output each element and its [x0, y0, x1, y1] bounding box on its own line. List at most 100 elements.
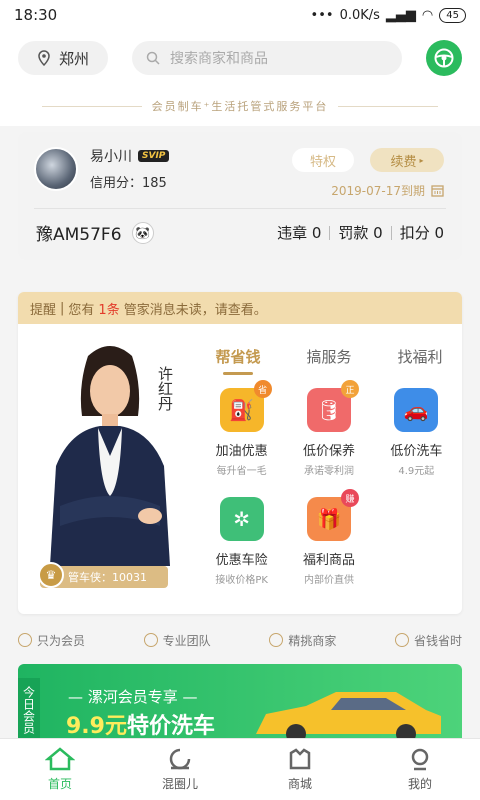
bottom-tab-bar: 首页 混圈儿 商城 我的 [0, 738, 480, 800]
service-title: 加油优惠 [215, 444, 268, 459]
privilege-button[interactable]: 特权 [292, 148, 354, 172]
notice-text-post: 管家消息未读，请查看。 [123, 302, 267, 318]
tab-home[interactable]: 首页 [0, 739, 120, 800]
tagline-text: 会员制车⁺生活托管式服务平台 [151, 100, 329, 113]
steering-wheel-button[interactable] [426, 40, 462, 76]
tab-label: 帮省钱 [215, 348, 261, 366]
credit-score: 信用分：185 [90, 176, 167, 191]
service-subtitle: 承诺零利润 [303, 466, 354, 477]
member-name: 易小川 [90, 149, 132, 165]
vehicle-row: 豫AM57F6 🐼 违章 0 罚款 0 扣分 0 [36, 220, 444, 245]
notice-label: 提醒 [30, 302, 57, 318]
feature-selected-merchants: 精挑商家 [269, 632, 336, 649]
service-item-fuel[interactable]: ⛽ 省 加油优惠 每升省一毛 [198, 380, 285, 477]
banner-side-label: 今日会员 [18, 678, 40, 742]
renew-label: 续费 [390, 154, 417, 170]
member-info: 易小川 SVIP 信用分：185 [90, 146, 170, 191]
notice-count: 1条 [98, 302, 120, 318]
heart-shield-icon [143, 633, 158, 647]
banner-subtitle: — 漯河会员专享 — [68, 688, 198, 706]
service-title: 低价保养 [302, 444, 355, 459]
user-icon [411, 748, 429, 771]
heart-shield-icon [394, 633, 409, 647]
manager-id-text: 管车侠：10031 [68, 571, 147, 584]
feature-label: 只为会员 [37, 633, 86, 648]
banner-title-text: 特价洗车 [126, 714, 215, 739]
tab-circle[interactable]: 混圈儿 [120, 739, 240, 800]
banner-title: 9.9元特价洗车 [66, 708, 215, 740]
tab-profile[interactable]: 我的 [360, 739, 480, 800]
divider [390, 225, 392, 240]
feature-members-only: 只为会员 [18, 632, 85, 649]
top-bar: 郑州 搜索商家和商品 [0, 30, 480, 86]
shopping-bag-icon [289, 748, 311, 770]
feature-label: 省钱省时 [413, 633, 462, 648]
manager-id-badge: ♛ 管车侠：10031 [38, 562, 168, 588]
notice-separator: | [60, 300, 65, 316]
tab-label: 商城 [287, 777, 312, 791]
tab-save-money[interactable]: 帮省钱 [198, 346, 278, 375]
tagline-line-right [338, 105, 439, 107]
points-stat[interactable]: 扣分 0 [400, 222, 444, 243]
plate-number: 豫AM57F6 [36, 225, 122, 245]
plate-info[interactable]: 豫AM57F6 🐼 [36, 220, 154, 245]
battery-icon: 45 [439, 7, 466, 23]
save-badge: 省 [253, 380, 272, 398]
heart-shield-icon [18, 633, 32, 647]
location-pin-icon [38, 50, 50, 66]
tagline-line-left [41, 105, 142, 107]
wifi-icon: ◠ [421, 7, 434, 23]
avatar[interactable] [34, 146, 78, 191]
notice-bar[interactable]: 提醒 | 您有 1条 管家消息未读，请查看。 [18, 292, 462, 324]
tagline: 会员制车⁺生活托管式服务平台 [0, 86, 480, 126]
feature-save-time: 省钱省时 [394, 632, 462, 649]
vehicle-stats: 违章 0 罚款 0 扣分 0 [277, 222, 444, 243]
car-icon [256, 692, 441, 742]
banner-price: 9.9元 [66, 714, 127, 739]
tab-mall[interactable]: 商城 [240, 739, 360, 800]
promo-banner[interactable]: 今日会员 — 漯河会员专享 — 9.9元特价洗车 [18, 664, 462, 742]
member-name-row: 易小川 SVIP [90, 146, 170, 166]
city-selector[interactable]: 郑州 [18, 41, 108, 75]
expire-date: 2019-07-17到期 [331, 182, 444, 199]
notice-text-pre: 您有 [68, 302, 95, 318]
service-item-insurance[interactable]: ✲ 优惠车险 接收价格PK [198, 497, 285, 586]
service-title: 低价洗车 [390, 444, 443, 459]
oil-icon: 🛢 正 [306, 380, 359, 432]
feature-strip: 只为会员 专业团队 精挑商家 省钱省时 [0, 620, 480, 660]
tab-services[interactable]: 搞服务 [289, 346, 369, 375]
earn-badge: 赚 [340, 489, 359, 507]
search-input[interactable]: 搜索商家和商品 [132, 41, 402, 75]
fines-stat[interactable]: 罚款 0 [338, 222, 382, 243]
feature-pro-team: 专业团队 [143, 632, 211, 649]
circle-icon [169, 748, 191, 770]
genuine-badge: 正 [340, 380, 359, 398]
renew-button[interactable]: 续费 ▸ [370, 148, 444, 172]
manager-portrait[interactable]: 许红丹 ♛ 管车侠：10031 [30, 336, 190, 596]
dots-icon: ••• [310, 7, 334, 23]
search-icon [146, 51, 160, 65]
tab-benefits[interactable]: 找福利 [380, 346, 460, 375]
panda-icon: 🐼 [131, 221, 154, 244]
tab-label: 首页 [47, 777, 72, 791]
violations-stat[interactable]: 违章 0 [277, 222, 321, 243]
tab-label: 我的 [407, 777, 432, 791]
service-item-gifts[interactable]: 🎁 赚 福利商品 内部价直供 [285, 489, 372, 586]
service-subtitle: 4.9元起 [398, 466, 435, 477]
service-item-car-wash[interactable]: 🚗 低价洗车 4.9元起 [373, 388, 460, 477]
service-title: 优惠车险 [215, 553, 268, 568]
feature-label: 精挑商家 [288, 633, 337, 648]
service-subtitle: 每升省一毛 [216, 466, 267, 477]
service-item-maintenance[interactable]: 🛢 正 低价保养 承诺零利润 [285, 380, 372, 477]
member-card: 易小川 SVIP 信用分：185 特权 续费 ▸ 2019-07-17到期 豫A… [18, 132, 462, 260]
service-subtitle: 接收价格PK [215, 575, 268, 586]
tab-underline [223, 372, 253, 375]
home-icon [45, 747, 75, 771]
service-subtitle: 内部价直供 [303, 575, 354, 586]
service-tabs: 帮省钱 搞服务 找福利 [198, 346, 460, 375]
expire-text: 2019-07-17到期 [331, 184, 425, 198]
manager-signature: 许红丹 [156, 366, 174, 411]
status-time: 18:30 [14, 6, 58, 24]
car-wash-icon: 🚗 [394, 388, 439, 432]
tab-label: 混圈儿 [161, 777, 198, 791]
